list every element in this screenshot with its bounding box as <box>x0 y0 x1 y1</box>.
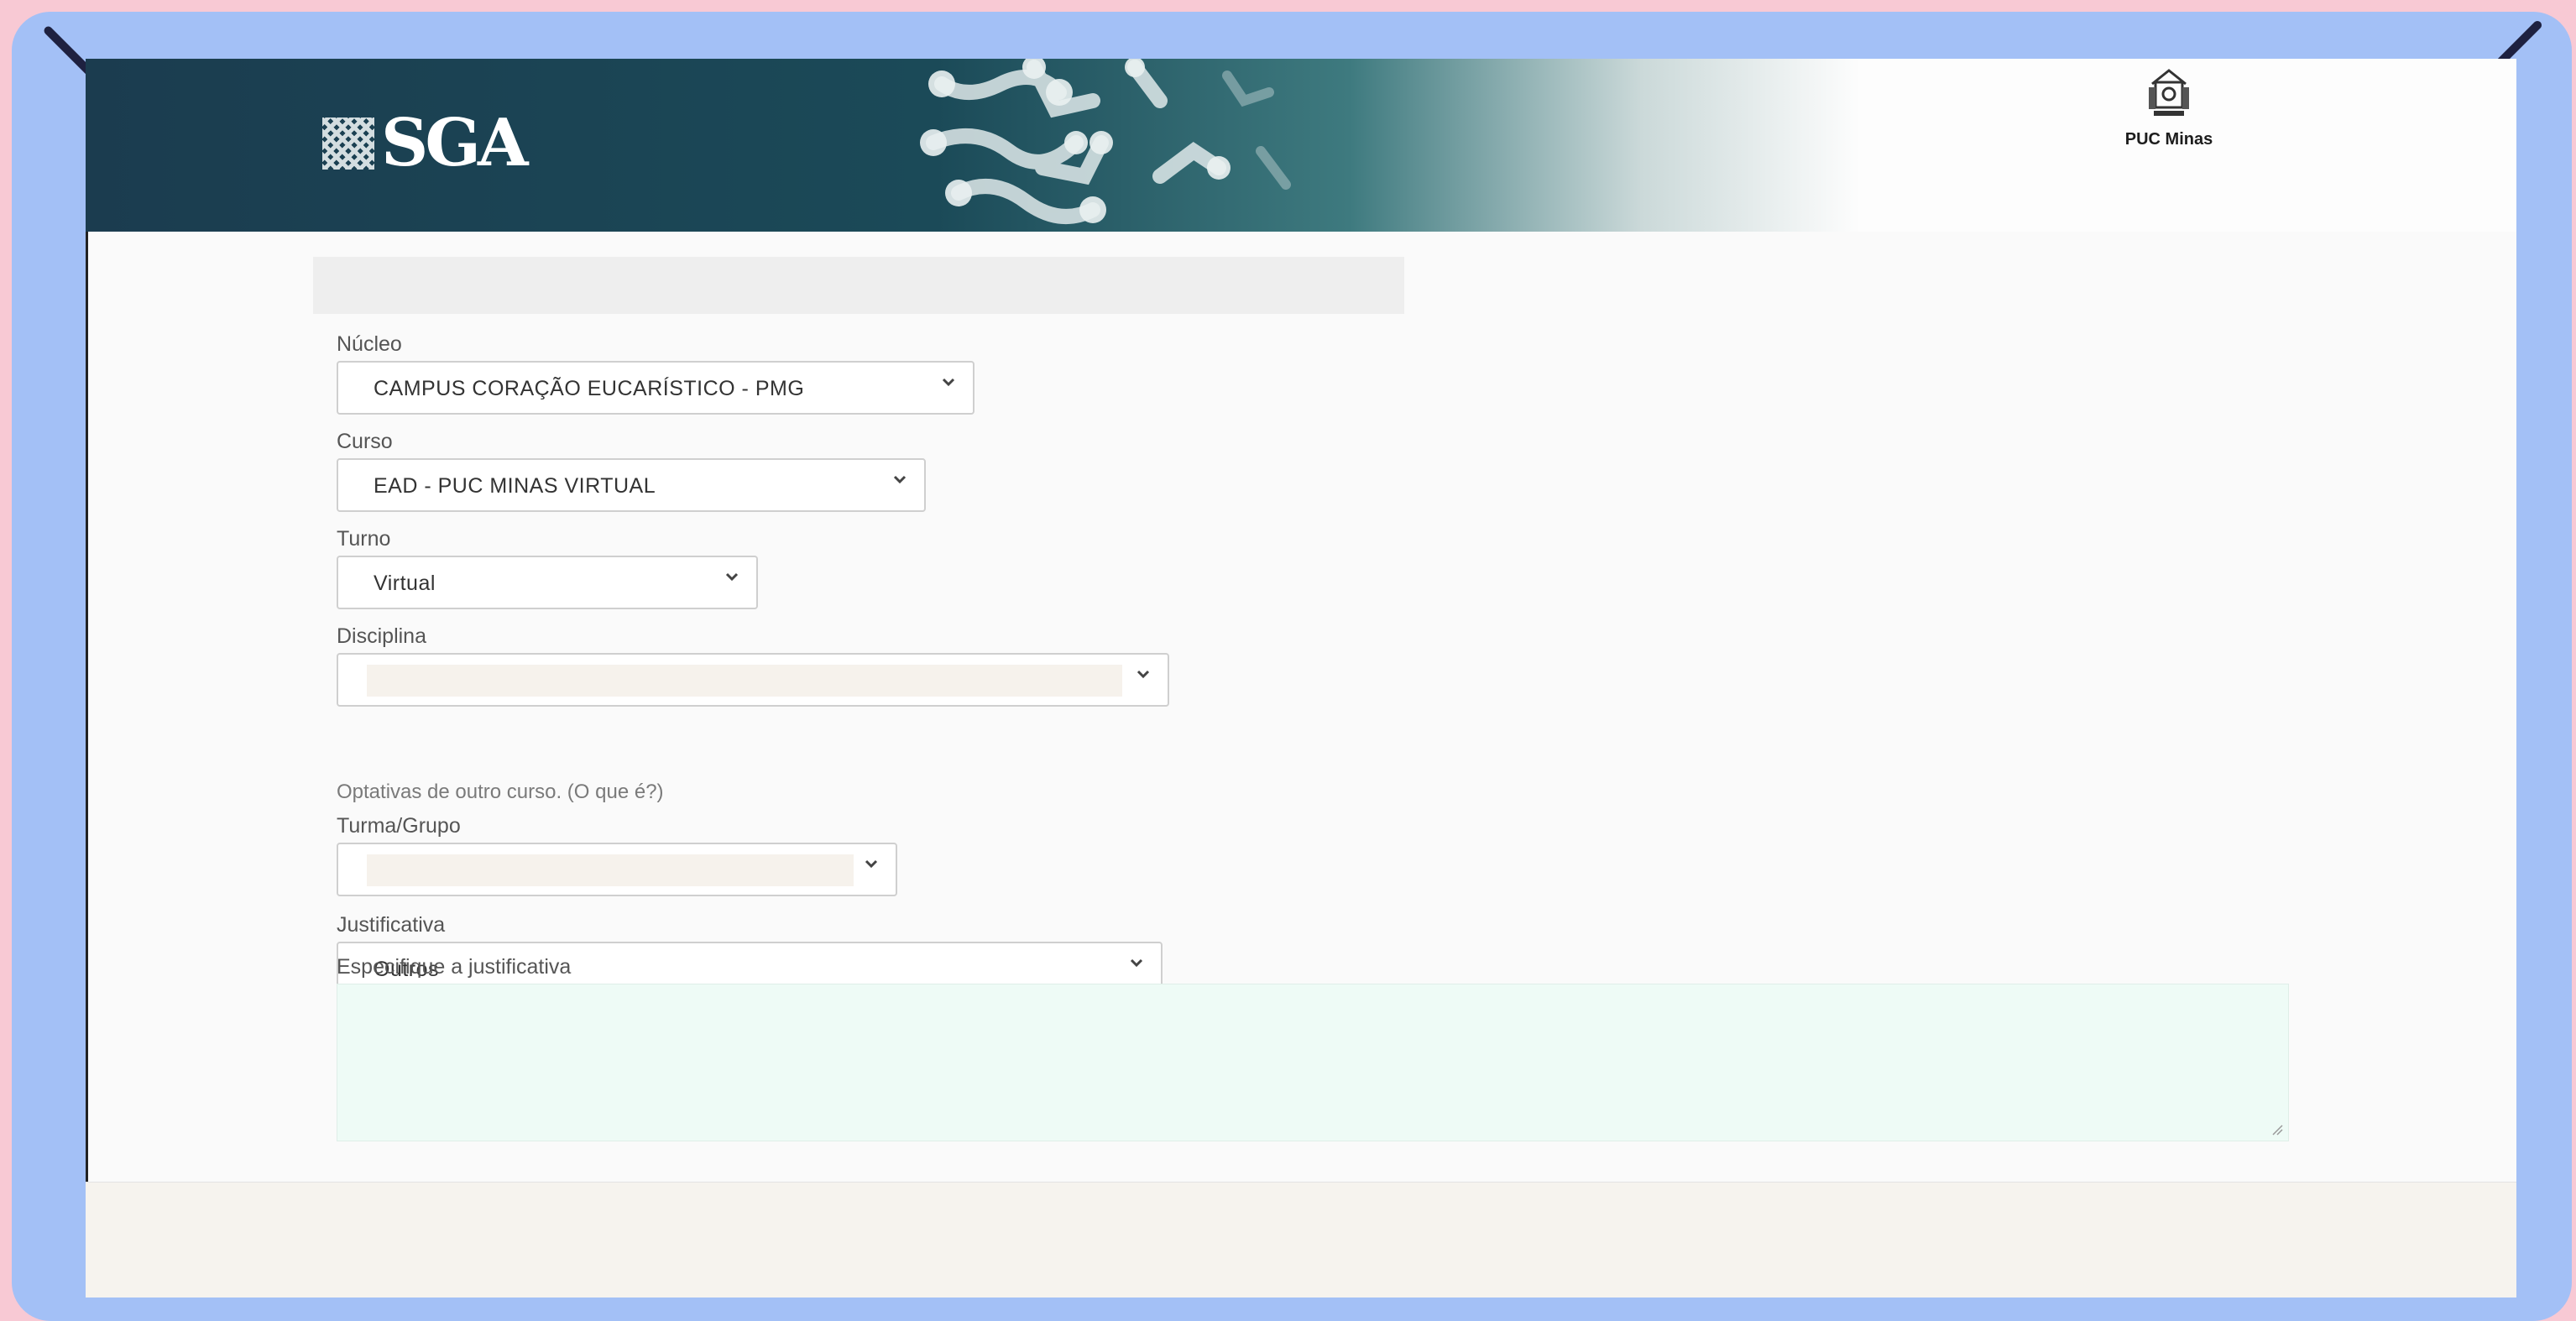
nucleo-select[interactable]: CAMPUS CORAÇÃO EUCARÍSTICO - PMG <box>337 361 974 415</box>
disciplina-redacted-value <box>367 665 1122 697</box>
chevron-down-icon <box>939 373 958 393</box>
sga-logo-text: SGA <box>381 105 528 181</box>
turma-select[interactable] <box>337 843 897 896</box>
disciplina-select[interactable] <box>337 653 1169 707</box>
turma-redacted-value <box>367 854 854 886</box>
nucleo-value: CAMPUS CORAÇÃO EUCARÍSTICO - PMG <box>374 377 805 400</box>
turma-label: Turma/Grupo <box>337 814 461 838</box>
enrollment-form: Núcleo CAMPUS CORAÇÃO EUCARÍSTICO - PMG … <box>86 232 2516 1182</box>
turno-value: Virtual <box>374 572 436 595</box>
chevron-down-icon <box>1134 665 1152 685</box>
puc-minas-text: PUC Minas <box>2124 130 2213 149</box>
especifique-label: Especifique a justificativa <box>337 955 572 979</box>
nucleo-label: Núcleo <box>337 332 402 356</box>
curso-value: EAD - PUC MINAS VIRTUAL <box>374 474 656 498</box>
chevron-down-icon <box>1127 953 1146 974</box>
page-footer <box>86 1182 2516 1298</box>
form-title-bar <box>313 257 1404 314</box>
especifique-textarea[interactable] <box>337 984 2289 1141</box>
sga-logo-mark-icon <box>322 117 374 170</box>
curso-select[interactable]: EAD - PUC MINAS VIRTUAL <box>337 458 926 512</box>
justificativa-label: Justificativa <box>337 913 446 937</box>
chevron-down-icon <box>723 567 741 587</box>
browser-screen: SGA PUC Minas Núcleo CAMPUS CORAÇÃO EUCA… <box>86 59 2516 1298</box>
turno-select[interactable]: Virtual <box>337 556 758 609</box>
resize-grip-icon[interactable] <box>2271 1124 2283 1136</box>
molecule-pattern <box>920 59 1291 224</box>
turno-label: Turno <box>337 527 391 551</box>
disciplina-label: Disciplina <box>337 624 426 648</box>
puc-minas-logo[interactable]: PUC Minas <box>2110 65 2228 149</box>
chevron-down-icon <box>891 470 909 490</box>
optativas-link[interactable]: Optativas de outro curso. (O que é?) <box>337 781 664 804</box>
puc-crest-icon <box>2149 69 2189 116</box>
sga-logo[interactable]: SGA <box>322 105 528 181</box>
curso-label: Curso <box>337 430 393 453</box>
chevron-down-icon <box>862 854 880 875</box>
site-header: SGA PUC Minas <box>86 59 2516 232</box>
